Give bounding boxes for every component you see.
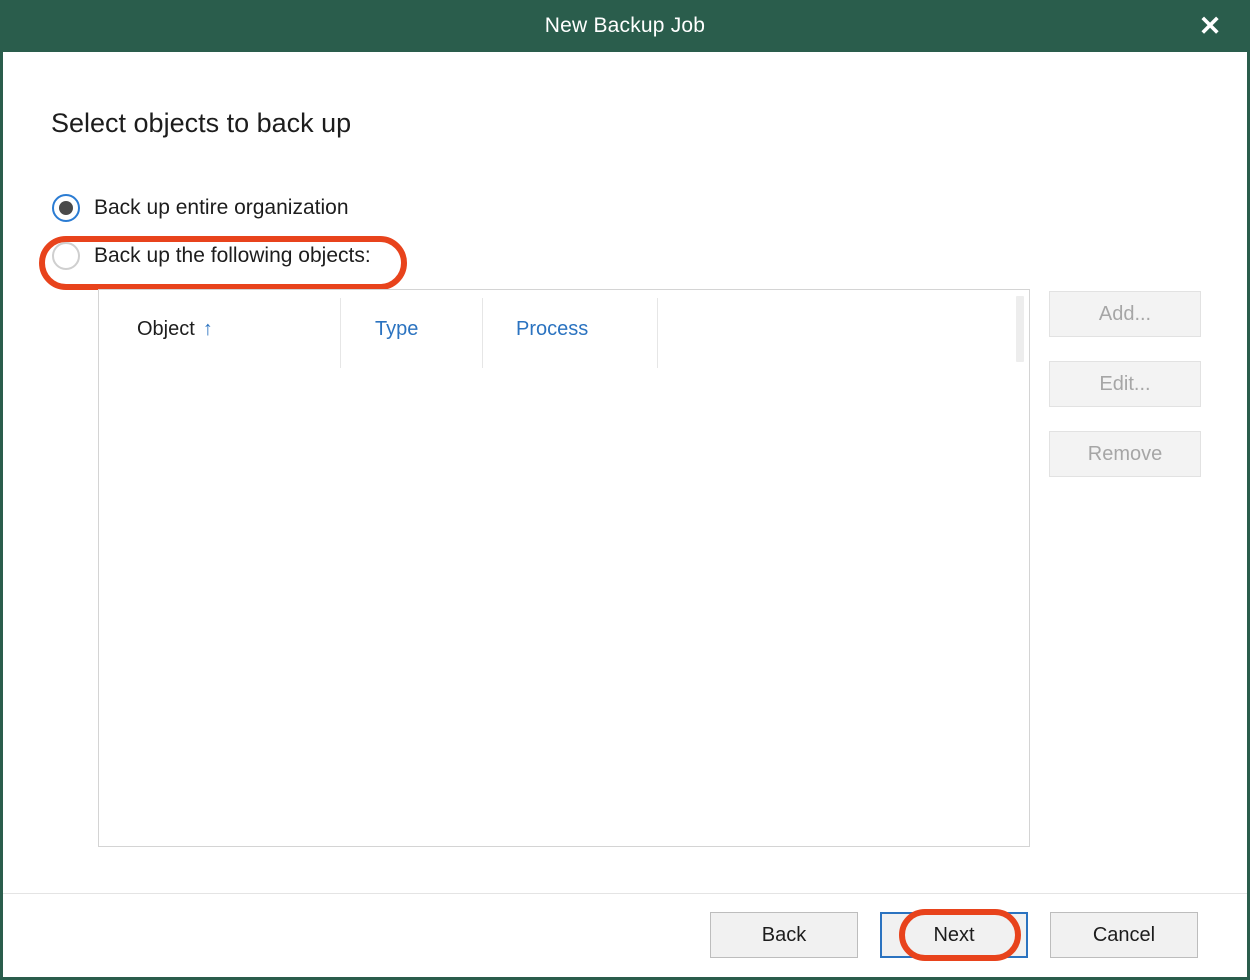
radio-backup-entire-organization[interactable]: Back up entire organization xyxy=(52,194,349,222)
footer-separator xyxy=(3,893,1247,894)
radio-label-following-objects: Back up the following objects: xyxy=(94,244,371,267)
column-divider xyxy=(482,298,483,368)
back-button[interactable]: Back xyxy=(710,912,858,958)
page-title: Select objects to back up xyxy=(51,108,352,138)
column-header-process-label: Process xyxy=(516,317,589,340)
column-header-type[interactable]: Type xyxy=(340,290,482,368)
new-backup-job-dialog: New Backup Job ✕ Select objects to back … xyxy=(0,0,1250,980)
radio-indicator-selected[interactable] xyxy=(52,194,80,222)
dialog-body: Select objects to back up Back up entire… xyxy=(0,52,1250,980)
objects-list-scrollbar[interactable] xyxy=(1016,296,1024,362)
radio-backup-following-objects[interactable]: Back up the following objects: xyxy=(52,242,371,270)
objects-list[interactable]: Object ↑ Type Process xyxy=(98,289,1030,847)
radio-indicator-unselected[interactable] xyxy=(52,242,80,270)
title-bar: New Backup Job ✕ xyxy=(0,0,1250,52)
next-button[interactable]: Next xyxy=(880,912,1028,958)
objects-list-header: Object ↑ Type Process xyxy=(99,290,1029,368)
radio-label-entire-organization: Back up entire organization xyxy=(94,196,349,219)
column-header-blank[interactable] xyxy=(657,290,1030,368)
remove-button[interactable]: Remove xyxy=(1049,431,1201,477)
add-button[interactable]: Add... xyxy=(1049,291,1201,337)
column-header-object-label: Object xyxy=(137,317,195,340)
column-divider xyxy=(340,298,341,368)
sort-ascending-arrow-icon: ↑ xyxy=(202,318,213,340)
close-icon[interactable]: ✕ xyxy=(1192,9,1228,43)
column-header-object[interactable]: Object ↑ xyxy=(99,290,340,368)
column-header-type-label: Type xyxy=(375,317,419,340)
window-title: New Backup Job xyxy=(544,14,706,37)
column-header-process[interactable]: Process xyxy=(482,290,657,368)
cancel-button[interactable]: Cancel xyxy=(1050,912,1198,958)
edit-button[interactable]: Edit... xyxy=(1049,361,1201,407)
column-divider xyxy=(657,298,658,368)
